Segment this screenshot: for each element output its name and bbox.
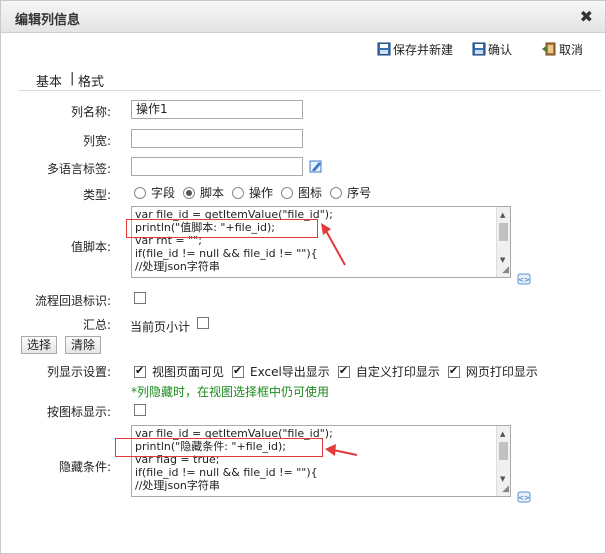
exit-door-icon — [542, 42, 556, 56]
flow-back-checkbox[interactable] — [134, 292, 146, 304]
radio-icon[interactable] — [281, 186, 294, 199]
hide-condition-editor[interactable]: var file_id = getItemValue("file_id"); p… — [131, 425, 511, 497]
cancel-button[interactable]: 取消 — [541, 40, 583, 58]
svg-text:<>: <> — [518, 494, 530, 502]
web-print-checkbox[interactable] — [447, 364, 460, 378]
column-width-input[interactable] — [131, 129, 303, 148]
resize-grip-icon[interactable]: ◢ — [502, 264, 509, 277]
tab-separator: | — [70, 71, 75, 86]
cancel-label: 取消 — [559, 42, 584, 57]
code-line: //处理json字符串 — [135, 479, 220, 492]
column-name-input[interactable]: 操作1 — [131, 100, 303, 119]
expand-editor-icon[interactable]: <> — [517, 490, 531, 504]
icon-display-label: 按图标显示: — [46, 405, 111, 419]
title-bar: 编辑列信息 ✖ — [1, 1, 605, 33]
type-radio-group: 字段 脚本 操作 图标 序号 — [134, 184, 379, 201]
summary-label: 汇总: — [82, 318, 111, 332]
clear-button[interactable]: 清除 — [65, 336, 102, 354]
flow-back-label: 流程回退标识: — [34, 294, 111, 308]
column-name-label: 列名称: — [70, 105, 111, 119]
radio-script[interactable] — [183, 186, 196, 199]
view-visible-label: 视图页面可见 — [152, 365, 225, 379]
i18n-input[interactable] — [131, 157, 303, 176]
web-print-label: 网页打印显示 — [465, 365, 538, 379]
highlight-box — [126, 219, 318, 238]
tab-bar: 基本 | 格式 — [19, 71, 601, 91]
excel-export-label: Excel导出显示 — [250, 365, 330, 379]
highlight-box — [115, 438, 323, 457]
radio-field[interactable] — [134, 186, 146, 199]
edit-column-dialog: 编辑列信息 ✖ 保存并新建 确认 取消 基本 | 格式 列名称: 操作1 列宽:… — [0, 0, 606, 554]
i18n-label: 多语言标签: — [46, 162, 111, 176]
excel-export-checkbox[interactable] — [232, 364, 245, 378]
type-option-operation-label: 操作 — [249, 186, 274, 200]
value-script-label: 值脚本: — [70, 240, 111, 254]
display-options-group: 视图页面可见 Excel导出显示 自定义打印显示 网页打印显示 — [134, 363, 538, 380]
tab-format[interactable]: 格式 — [78, 71, 104, 90]
save-icon — [377, 42, 391, 56]
save-and-new-label: 保存并新建 — [393, 42, 454, 57]
summary-checkbox[interactable] — [197, 317, 209, 329]
scroll-up-icon[interactable]: ▲ — [500, 428, 505, 441]
type-option-operation[interactable]: 操作 — [232, 184, 273, 201]
icon-display-checkbox[interactable] — [134, 404, 146, 416]
code-line: if(file_id != null && file_id != ""){ — [135, 466, 318, 479]
type-option-icon[interactable]: 图标 — [281, 184, 322, 201]
view-visible-checkbox[interactable] — [134, 364, 146, 378]
type-label: 类型: — [82, 188, 111, 202]
language-edit-icon[interactable] — [309, 159, 323, 173]
dialog-title: 编辑列信息 — [15, 13, 81, 28]
column-width-label: 列宽: — [82, 134, 111, 148]
custom-print-checkbox[interactable] — [337, 364, 350, 378]
type-option-icon-label: 图标 — [298, 186, 323, 200]
type-option-sequence-label: 序号 — [347, 186, 372, 200]
hidden-note: *列隐藏时，在视图选择框中仍可使用 — [131, 385, 330, 399]
toolbar: 保存并新建 确认 取消 — [1, 33, 605, 63]
confirm-label: 确认 — [488, 42, 513, 57]
radio-sequence[interactable] — [330, 186, 343, 199]
annotation-arrow-icon — [321, 223, 346, 266]
type-option-script[interactable]: 脚本 — [183, 184, 224, 201]
display-settings-label: 列显示设置: — [46, 365, 111, 379]
svg-text:<>: <> — [518, 276, 530, 284]
scroll-thumb[interactable] — [499, 442, 508, 460]
type-option-script-label: 脚本 — [200, 186, 225, 200]
hide-condition-label: 隐藏条件: — [58, 460, 111, 474]
select-button[interactable]: 选择 — [21, 336, 58, 354]
radio-operation[interactable] — [232, 186, 245, 199]
annotation-arrow-icon — [325, 444, 358, 456]
type-option-field[interactable]: 字段 — [134, 184, 175, 201]
custom-print-label: 自定义打印显示 — [355, 365, 440, 379]
tab-basic[interactable]: 基本 — [36, 71, 62, 90]
save-and-new-button[interactable]: 保存并新建 — [377, 40, 453, 58]
summary-option-label: 当前页小计 — [130, 320, 191, 334]
confirm-button[interactable]: 确认 — [472, 40, 512, 58]
type-option-sequence[interactable]: 序号 — [330, 184, 371, 201]
type-option-field-label: 字段 — [151, 186, 176, 200]
resize-grip-icon[interactable]: ◢ — [502, 483, 509, 496]
save-icon — [472, 42, 486, 56]
expand-editor-icon[interactable]: <> — [517, 272, 531, 286]
close-icon[interactable]: ✖ — [580, 7, 593, 26]
scroll-up-icon[interactable]: ▲ — [500, 209, 505, 222]
scroll-thumb[interactable] — [499, 223, 508, 241]
